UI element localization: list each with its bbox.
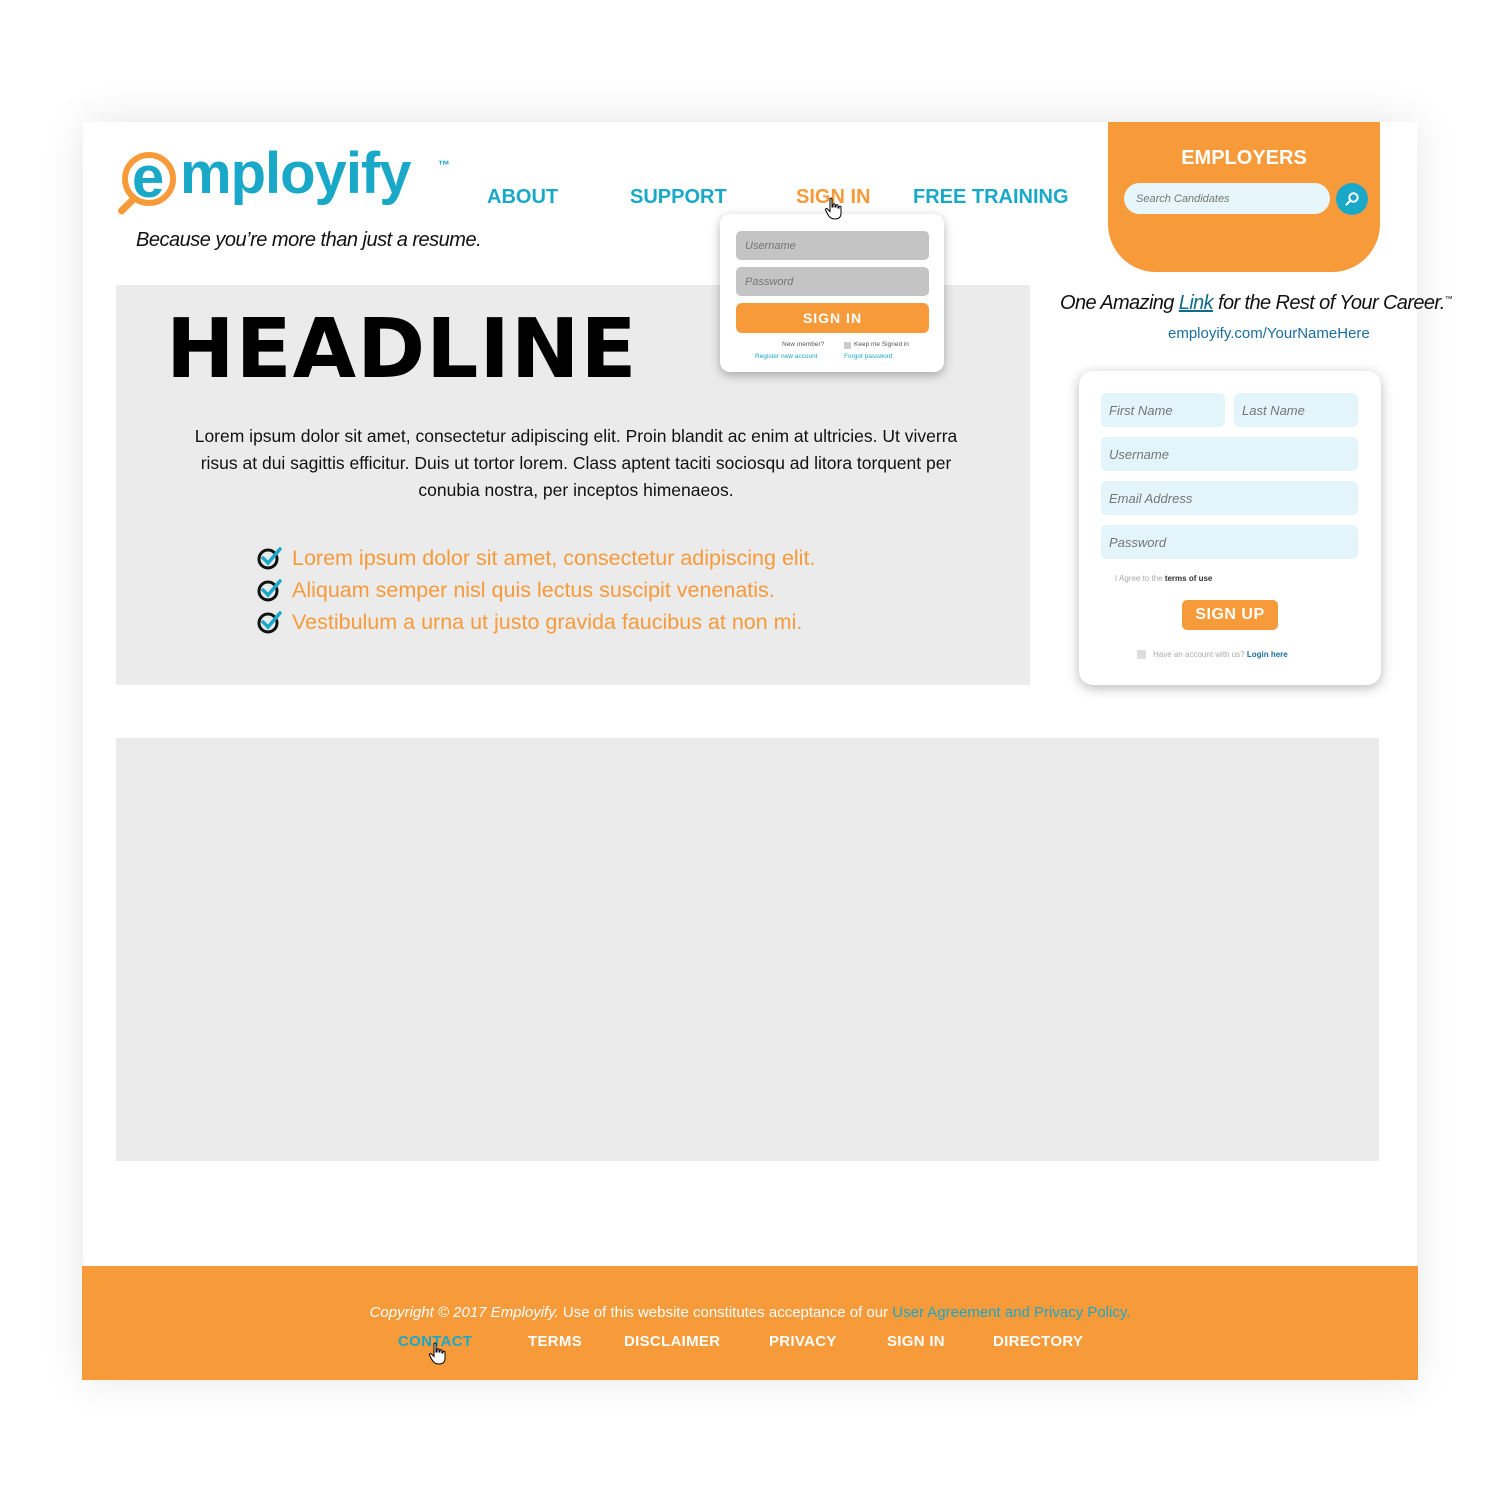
footer-link-privacy[interactable]: PRIVACY	[769, 1333, 837, 1350]
logo-e: e	[132, 145, 165, 210]
footer-link-terms[interactable]: TERMS	[528, 1333, 582, 1350]
bullet-text: Lorem ipsum dolor sit amet, consectetur …	[292, 545, 816, 570]
new-member-label: New member?	[782, 341, 825, 348]
logo-wordmark: mployify	[180, 141, 411, 206]
employers-title: EMPLOYERS	[1181, 147, 1307, 169]
bullet-text: Aliquam semper nisl quis lectus suscipit…	[292, 577, 775, 602]
sign-up-button[interactable]: SIGN UP	[1182, 600, 1278, 630]
profile-url[interactable]: employify.com/YourNameHere	[1168, 325, 1370, 342]
have-account-text: Have an account with us? Login here	[1153, 650, 1288, 659]
employers-panel: EMPLOYERS	[1108, 122, 1380, 272]
bullet-text: Vestibulum a urna ut justo gravida fauci…	[292, 609, 803, 634]
career-link[interactable]: Link	[1179, 292, 1214, 314]
logo[interactable]: e mployify ™	[116, 141, 460, 230]
username-input[interactable]	[1101, 437, 1358, 471]
popup-password-input[interactable]	[736, 267, 929, 296]
content-placeholder	[116, 738, 1379, 1161]
forgot-password-link[interactable]: Forgot password	[844, 353, 892, 360]
footer-link-sign-in[interactable]: SIGN IN	[887, 1333, 945, 1350]
footer-link-disclaimer[interactable]: DISCLAIMER	[624, 1333, 720, 1350]
email-input[interactable]	[1101, 481, 1358, 515]
keep-signed-checkbox[interactable]	[844, 342, 851, 349]
keep-signed-label: Keep me Signed in	[854, 341, 909, 348]
nav-free-training[interactable]: FREE TRAINING	[913, 186, 1069, 209]
password-input[interactable]	[1101, 525, 1358, 559]
hand-cursor-icon	[428, 1342, 446, 1365]
check-icon	[257, 579, 282, 602]
bullet-item: Aliquam semper nisl quis lectus suscipit…	[256, 575, 775, 605]
career-slogan: One Amazing Link for the Rest of Your Ca…	[1060, 292, 1453, 314]
popup-sign-in-button[interactable]: SIGN IN	[736, 303, 929, 333]
user-agreement-link[interactable]: User Agreement and Privacy Policy.	[892, 1304, 1130, 1321]
search-button[interactable]	[1336, 183, 1368, 215]
first-name-input[interactable]	[1101, 393, 1225, 427]
bullet-item: Lorem ipsum dolor sit amet, consectetur …	[256, 543, 815, 573]
nav-about[interactable]: ABOUT	[487, 186, 558, 209]
search-icon	[1345, 192, 1359, 206]
footer-link-directory[interactable]: DIRECTORY	[993, 1333, 1083, 1350]
login-link[interactable]: Login here	[1247, 650, 1288, 659]
sign-up-card: I Agree to the terms of use SIGN UP Have…	[1079, 371, 1381, 685]
last-name-input[interactable]	[1234, 393, 1358, 427]
register-link[interactable]: Register new account	[755, 353, 818, 360]
bullet-item: Vestibulum a urna ut justo gravida fauci…	[256, 607, 802, 637]
hero-headline: HEADLINE	[166, 302, 638, 397]
nav-support[interactable]: SUPPORT	[630, 186, 727, 209]
search-candidates-input[interactable]	[1124, 183, 1330, 214]
have-account-checkbox[interactable]	[1137, 650, 1146, 659]
logo-tagline: Because you’re more than just a resume.	[136, 229, 482, 251]
terms-link[interactable]: terms of use	[1165, 574, 1213, 583]
popup-username-input[interactable]	[736, 231, 929, 260]
sign-in-popup: SIGN IN New member? Keep me Signed in Re…	[720, 214, 944, 372]
hand-cursor-icon	[824, 197, 842, 220]
copyright-text: Copyright © 2017 Employify. Use of this …	[369, 1304, 1131, 1321]
logo-trademark: ™	[438, 158, 450, 172]
hero-body: Lorem ipsum dolor sit amet, consectetur …	[194, 426, 958, 500]
footer: Copyright © 2017 Employify. Use of this …	[82, 1266, 1418, 1380]
check-icon	[257, 547, 282, 570]
terms-agreement[interactable]: I Agree to the terms of use	[1115, 574, 1212, 583]
check-icon	[257, 611, 282, 634]
